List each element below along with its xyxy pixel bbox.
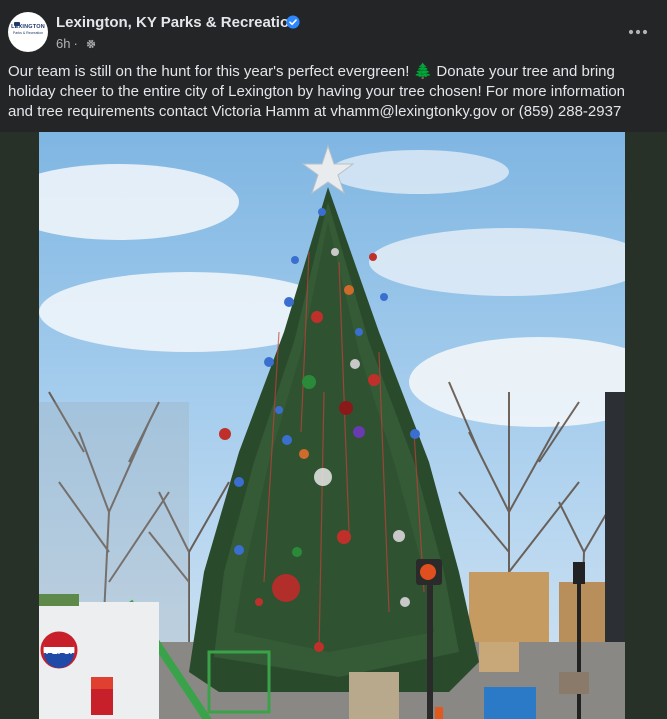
avatar-logo-title: LEXINGTON bbox=[11, 24, 45, 30]
post-body-text: Our team is still on the hunt for this y… bbox=[8, 62, 648, 122]
more-horizontal-icon[interactable] bbox=[626, 20, 650, 44]
post-text-part1: Our team is still on the hunt for this y… bbox=[8, 63, 414, 80]
verified-badge-icon bbox=[286, 15, 300, 29]
christmas-tree-photo[interactable]: PEPSI bbox=[39, 132, 625, 719]
evergreen-emoji-icon: 🌲 bbox=[413, 63, 433, 80]
post-header: LEXINGTON Parks & Recreation Lexington, … bbox=[0, 0, 667, 62]
post-meta: 6h · bbox=[56, 36, 97, 51]
gear-icon[interactable] bbox=[85, 38, 97, 50]
avatar[interactable]: LEXINGTON Parks & Recreation bbox=[8, 12, 48, 52]
timestamp-link[interactable]: 6h bbox=[56, 36, 70, 51]
page-name-link[interactable]: Lexington, KY Parks & Recreation bbox=[56, 14, 298, 31]
meta-separator: · bbox=[73, 36, 78, 51]
truck-logo-text: PEPSI bbox=[46, 646, 73, 656]
post-media[interactable]: PEPSI bbox=[0, 132, 667, 719]
avatar-logo-subtitle: Parks & Recreation bbox=[12, 31, 44, 35]
